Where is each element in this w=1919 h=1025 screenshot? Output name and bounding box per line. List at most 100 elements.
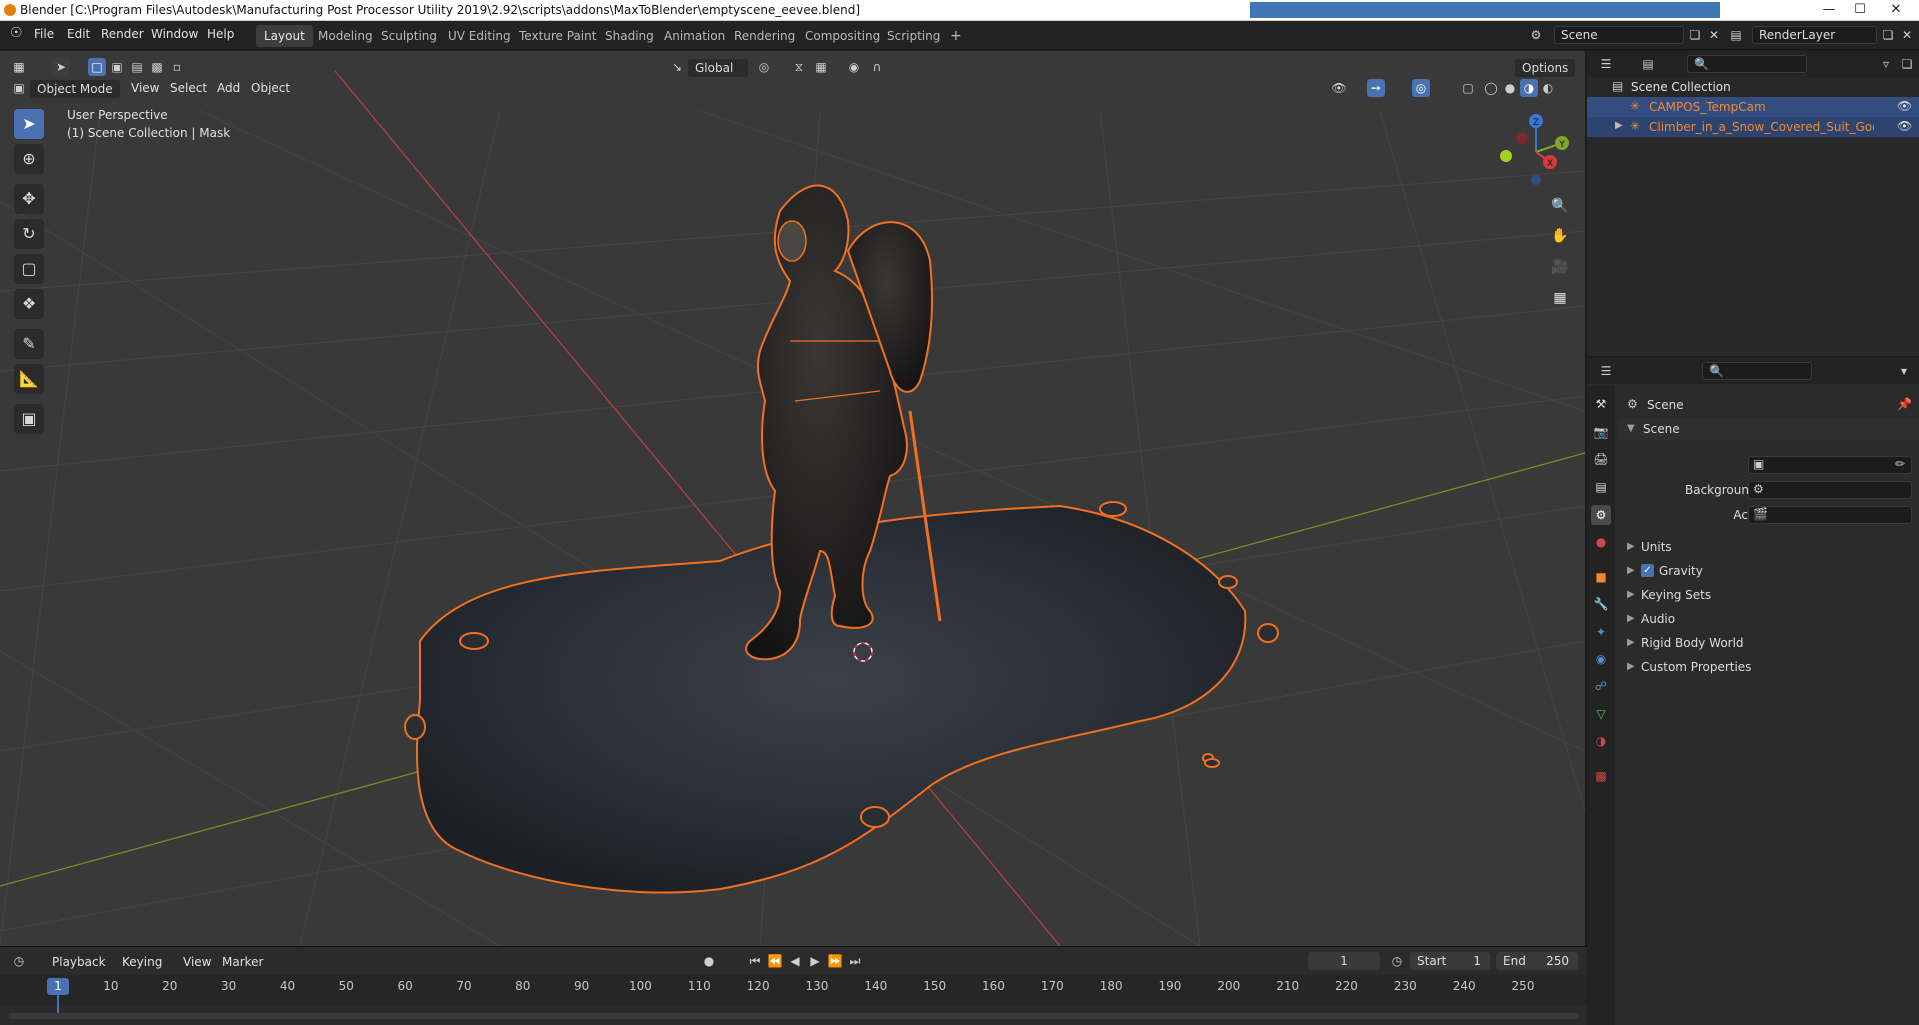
measure-tool[interactable]: 📐 <box>14 364 44 394</box>
physics-tab-icon[interactable]: ◉ <box>1591 649 1611 669</box>
timeline-menu-marker[interactable]: Marker <box>222 955 263 969</box>
select-tool-icon[interactable]: ➤ <box>52 58 70 76</box>
gizmo-toggle-icon[interactable]: ➙ <box>1367 79 1385 97</box>
end-frame-field[interactable]: End 250 <box>1496 952 1578 970</box>
pivot-point-icon[interactable]: ◎ <box>755 58 773 76</box>
select-invert-icon[interactable]: ▫ <box>168 58 186 76</box>
play-icon[interactable]: ▶ <box>806 952 824 970</box>
rendered-shading-icon[interactable]: ◐ <box>1539 79 1557 97</box>
menu-render[interactable]: Render <box>101 27 144 41</box>
select-box-mode-icon[interactable]: □ <box>88 58 106 76</box>
clock-icon[interactable]: ◷ <box>1388 952 1406 970</box>
background-scene-field[interactable] <box>1748 481 1912 499</box>
texture-tab-icon[interactable]: ▩ <box>1591 766 1611 786</box>
blender-menu-icon[interactable]: ☉ <box>10 25 23 41</box>
timeline-menu-view[interactable]: View <box>183 955 211 969</box>
snap-target-icon[interactable]: ▦ <box>812 58 830 76</box>
eyedropper-icon[interactable]: ✏ <box>1895 457 1905 471</box>
rock-fragment[interactable] <box>459 632 489 650</box>
maximize-button[interactable]: ☐ <box>1845 0 1875 21</box>
tab-modeling[interactable]: Modeling <box>310 25 381 47</box>
start-frame-field[interactable]: Start 1 <box>1410 952 1490 970</box>
units-panel-header[interactable]: ▶ Units <box>1619 536 1919 558</box>
xray-toggle-icon[interactable]: ▢ <box>1459 79 1477 97</box>
overlay-toggle-icon[interactable]: ◎ <box>1412 79 1430 97</box>
cursor-tool[interactable]: ⊕ <box>14 144 44 174</box>
viewport-menu-object[interactable]: Object <box>251 81 290 95</box>
rock-fragment[interactable] <box>860 806 890 828</box>
renderlayer-selector[interactable]: RenderLayer <box>1752 26 1877 44</box>
object-mode-dropdown[interactable]: Object Mode <box>30 80 120 98</box>
select-intersect-icon[interactable]: ▩ <box>148 58 166 76</box>
keying-sets-panel-header[interactable]: ▶ Keying Sets <box>1619 584 1919 606</box>
outliner-editor-icon[interactable]: ☰ <box>1597 55 1615 73</box>
zoom-icon[interactable]: 🔍 <box>1547 193 1573 219</box>
tab-sculpting[interactable]: Sculpting <box>373 25 445 47</box>
transform-orientation-icon[interactable]: ↘ <box>668 58 686 76</box>
delete-renderlayer-icon[interactable]: ✕ <box>1898 26 1916 44</box>
viewport-menu-add[interactable]: Add <box>217 81 240 95</box>
snap-icon[interactable]: ⧖ <box>790 58 808 76</box>
material-shading-icon[interactable]: ◑ <box>1520 79 1538 97</box>
rock-fragment[interactable] <box>1099 501 1127 517</box>
scene-icon[interactable]: ⚙ <box>1527 26 1545 44</box>
render-tab-icon[interactable]: 📷 <box>1591 422 1611 442</box>
select-extend-icon[interactable]: ▣ <box>108 58 126 76</box>
renderlayer-icon[interactable]: ▤ <box>1727 26 1745 44</box>
output-tab-icon[interactable]: 🖨 <box>1591 449 1611 469</box>
record-icon[interactable]: ● <box>700 952 718 970</box>
solid-shading-icon[interactable]: ● <box>1501 79 1519 97</box>
prev-keyframe-icon[interactable]: ⏪ <box>766 952 784 970</box>
active-clip-field[interactable] <box>1748 506 1912 524</box>
annotate-tool[interactable]: ✎ <box>14 329 44 359</box>
properties-editor-icon[interactable]: ☰ <box>1597 362 1615 380</box>
move-tool[interactable]: ✥ <box>14 184 44 214</box>
constraints-tab-icon[interactable]: ☍ <box>1591 676 1611 696</box>
timeline-editor-icon[interactable]: ◷ <box>10 952 28 970</box>
new-scene-icon[interactable]: ❏ <box>1686 26 1704 44</box>
tab-texture-paint[interactable]: Texture Paint <box>511 25 604 47</box>
object-tab-icon[interactable]: ■ <box>1591 567 1611 587</box>
rock-fragment[interactable] <box>404 714 426 740</box>
material-tab-icon[interactable]: ◑ <box>1591 731 1611 751</box>
menu-file[interactable]: File <box>34 27 54 41</box>
tool-tab-icon[interactable]: ⚒ <box>1591 394 1611 414</box>
close-button[interactable]: ✕ <box>1876 0 1916 21</box>
scene-tab-icon[interactable]: ⚙ <box>1591 505 1611 525</box>
delete-scene-icon[interactable]: ✕ <box>1705 26 1723 44</box>
properties-options-icon[interactable]: ▾ <box>1895 362 1913 380</box>
select-box-tool[interactable]: ➤ <box>14 109 44 139</box>
3d-viewport[interactable]: Z Y X ▦ ➤ □ ▣ ▤ ▩ ▫ ↘ Global ◎ ⧖ ▦ ◉ ∩ O… <box>0 51 1585 946</box>
play-reverse-icon[interactable]: ◀ <box>786 952 804 970</box>
visibility-eye-icon[interactable]: 👁 <box>1897 119 1912 133</box>
viewport-menu-select[interactable]: Select <box>170 81 207 95</box>
world-tab-icon[interactable]: ● <box>1591 532 1611 552</box>
menu-edit[interactable]: Edit <box>67 27 90 41</box>
add-cube-tool[interactable]: ▣ <box>14 404 44 434</box>
view-layer-tab-icon[interactable]: ▤ <box>1591 477 1611 497</box>
select-subtract-icon[interactable]: ▤ <box>128 58 146 76</box>
proportional-edit-icon[interactable]: ◉ <box>845 58 863 76</box>
modifier-tab-icon[interactable]: 🔧 <box>1591 594 1611 614</box>
transform-tool[interactable]: ❖ <box>14 289 44 319</box>
outliner-row[interactable]: ▶ ✳ Climber_in_a_Snow_Covered_Suit_Goes_… <box>1587 117 1919 137</box>
timeline-menu-keying[interactable]: Keying <box>122 955 162 969</box>
rock-fragment[interactable] <box>1218 575 1238 589</box>
visibility-icon[interactable]: 👁 <box>1330 79 1348 97</box>
new-renderlayer-icon[interactable]: ❏ <box>1879 26 1897 44</box>
add-workspace-button[interactable]: + <box>942 25 970 47</box>
jump-start-icon[interactable]: ⏮ <box>746 952 764 970</box>
filter-icon[interactable]: ▿ <box>1877 55 1895 73</box>
new-collection-icon[interactable]: ❏ <box>1898 55 1916 73</box>
minimize-button[interactable]: — <box>1814 0 1844 21</box>
transform-orientation-dropdown[interactable]: Global <box>688 59 748 77</box>
outliner-row[interactable]: ▤ Scene Collection <box>1587 77 1919 97</box>
viewport-menu-view[interactable]: View <box>131 81 159 95</box>
scale-tool[interactable]: ▢ <box>14 254 44 284</box>
menu-help[interactable]: Help <box>207 27 234 41</box>
timeline-scrollbar[interactable] <box>8 1013 1578 1019</box>
gravity-panel-header[interactable]: ▶ ✓ Gravity <box>1619 560 1919 582</box>
camera-view-icon[interactable]: 🎥 <box>1547 254 1573 280</box>
data-tab-icon[interactable]: ▽ <box>1591 704 1611 724</box>
scene-panel-header[interactable]: ▼ Scene <box>1619 418 1919 440</box>
